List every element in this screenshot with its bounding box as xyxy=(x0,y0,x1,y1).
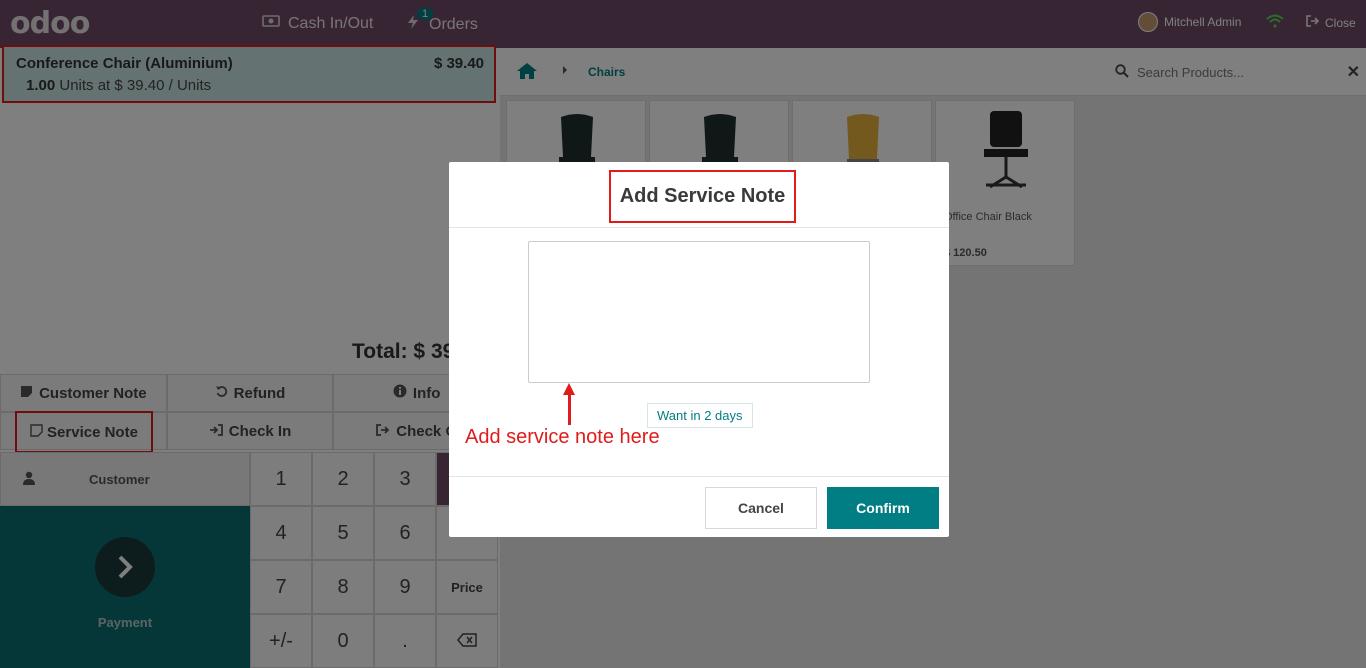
service-note-textarea[interactable] xyxy=(528,241,870,383)
dialog-footer: Cancel Confirm xyxy=(449,476,949,537)
service-note-dialog: Add Service Note Want in 2 days Add serv… xyxy=(449,162,949,537)
suggestion-chip[interactable]: Want in 2 days xyxy=(647,403,753,428)
annotation-text: Add service note here xyxy=(465,426,660,448)
dialog-header: Add Service Note xyxy=(449,162,949,228)
annotation-arrow xyxy=(568,393,571,425)
confirm-button[interactable]: Confirm xyxy=(827,487,939,529)
dialog-title: Add Service Note xyxy=(609,170,796,223)
cancel-button[interactable]: Cancel xyxy=(705,487,817,529)
